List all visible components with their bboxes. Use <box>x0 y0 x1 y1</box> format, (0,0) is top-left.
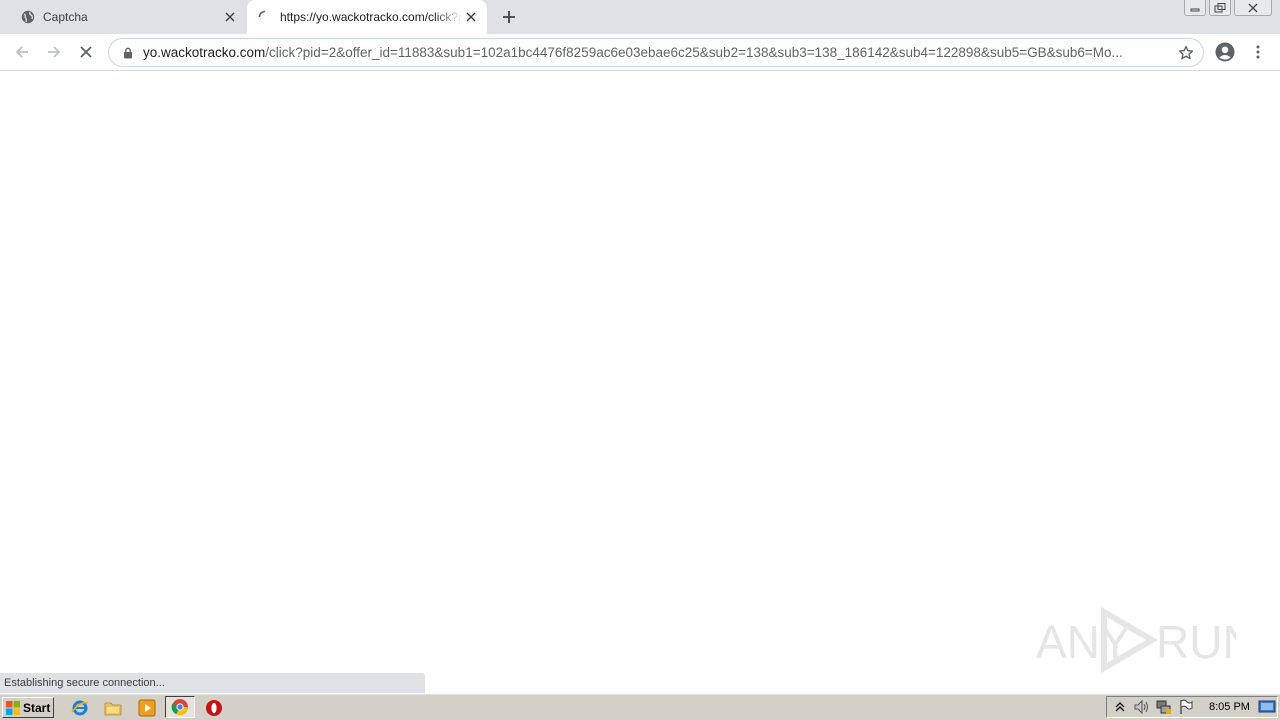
loading-spinner-icon <box>257 9 273 25</box>
new-tab-button[interactable] <box>498 6 520 28</box>
page-content[interactable] <box>0 72 1280 692</box>
tab-captcha[interactable]: Captcha <box>0 0 246 34</box>
chrome-icon <box>171 699 188 716</box>
anyrun-watermark: ANY RUN <box>1036 606 1256 676</box>
show-desktop-icon[interactable] <box>1258 699 1276 715</box>
opera-icon[interactable] <box>204 698 224 718</box>
arrow-right-icon <box>48 46 61 58</box>
screen: Captcha https://yo.wackotracko.com/click… <box>0 0 1280 720</box>
windows-logo-icon <box>6 700 20 715</box>
tab-close-icon[interactable] <box>462 8 480 26</box>
volume-icon[interactable] <box>1133 698 1151 716</box>
start-label: Start <box>23 700 51 715</box>
arrow-left-icon <box>15 46 28 58</box>
taskbar-clock[interactable]: 8:05 PM <box>1209 701 1250 713</box>
back-button[interactable] <box>10 40 34 64</box>
file-explorer-icon[interactable] <box>103 698 123 718</box>
status-bubble: Establishing secure connection... <box>0 673 425 693</box>
internet-explorer-icon[interactable] <box>70 698 90 718</box>
menu-kebab-icon[interactable] <box>1252 42 1264 62</box>
start-button[interactable]: Start <box>2 697 54 718</box>
action-center-flag-icon[interactable] <box>1177 698 1195 716</box>
stop-icon <box>80 46 92 58</box>
watermark-text-right: RUN <box>1156 616 1236 668</box>
url-path: /click?pid=2&offer_id=11883&sub1=102a1bc… <box>265 45 1123 60</box>
stop-button[interactable] <box>74 40 98 64</box>
url-host: yo.wackotracko.com <box>143 45 266 60</box>
tab-active[interactable]: https://yo.wackotracko.com/click?pid=2&o… <box>247 0 487 34</box>
tab-title: Captcha <box>43 10 88 24</box>
show-hidden-icons-icon[interactable] <box>1111 698 1129 716</box>
restore-icon <box>1214 2 1226 12</box>
plus-icon <box>503 11 515 23</box>
window-controls <box>1184 0 1272 16</box>
minimize-icon <box>1190 8 1200 11</box>
tab-strip: Captcha https://yo.wackotracko.com/click… <box>0 0 1280 34</box>
bookmark-star-icon[interactable] <box>1177 44 1195 62</box>
close-icon <box>1248 3 1258 12</box>
url-text[interactable]: yo.wackotracko.com/click?pid=2&offer_id=… <box>143 45 1163 60</box>
taskbar: Start 8:05 PM <box>0 693 1280 720</box>
browser-toolbar: yo.wackotracko.com/click?pid=2&offer_id=… <box>0 34 1280 71</box>
network-icon[interactable] <box>1155 698 1173 716</box>
forward-button[interactable] <box>42 40 66 64</box>
profile-avatar-icon[interactable] <box>1215 42 1235 62</box>
restore-button[interactable] <box>1209 0 1231 16</box>
minimize-button[interactable] <box>1184 0 1206 16</box>
system-tray <box>1106 696 1278 718</box>
close-window-button[interactable] <box>1234 0 1272 16</box>
media-player-icon[interactable] <box>137 698 157 718</box>
lock-icon[interactable] <box>121 46 135 60</box>
tab-close-icon[interactable] <box>221 8 239 26</box>
chrome-taskbar-button[interactable] <box>165 696 195 718</box>
address-bar[interactable]: yo.wackotracko.com/click?pid=2&offer_id=… <box>108 38 1204 67</box>
globe-icon <box>20 9 36 25</box>
tab-title: https://yo.wackotracko.com/click?pid=2&o… <box>280 10 462 24</box>
